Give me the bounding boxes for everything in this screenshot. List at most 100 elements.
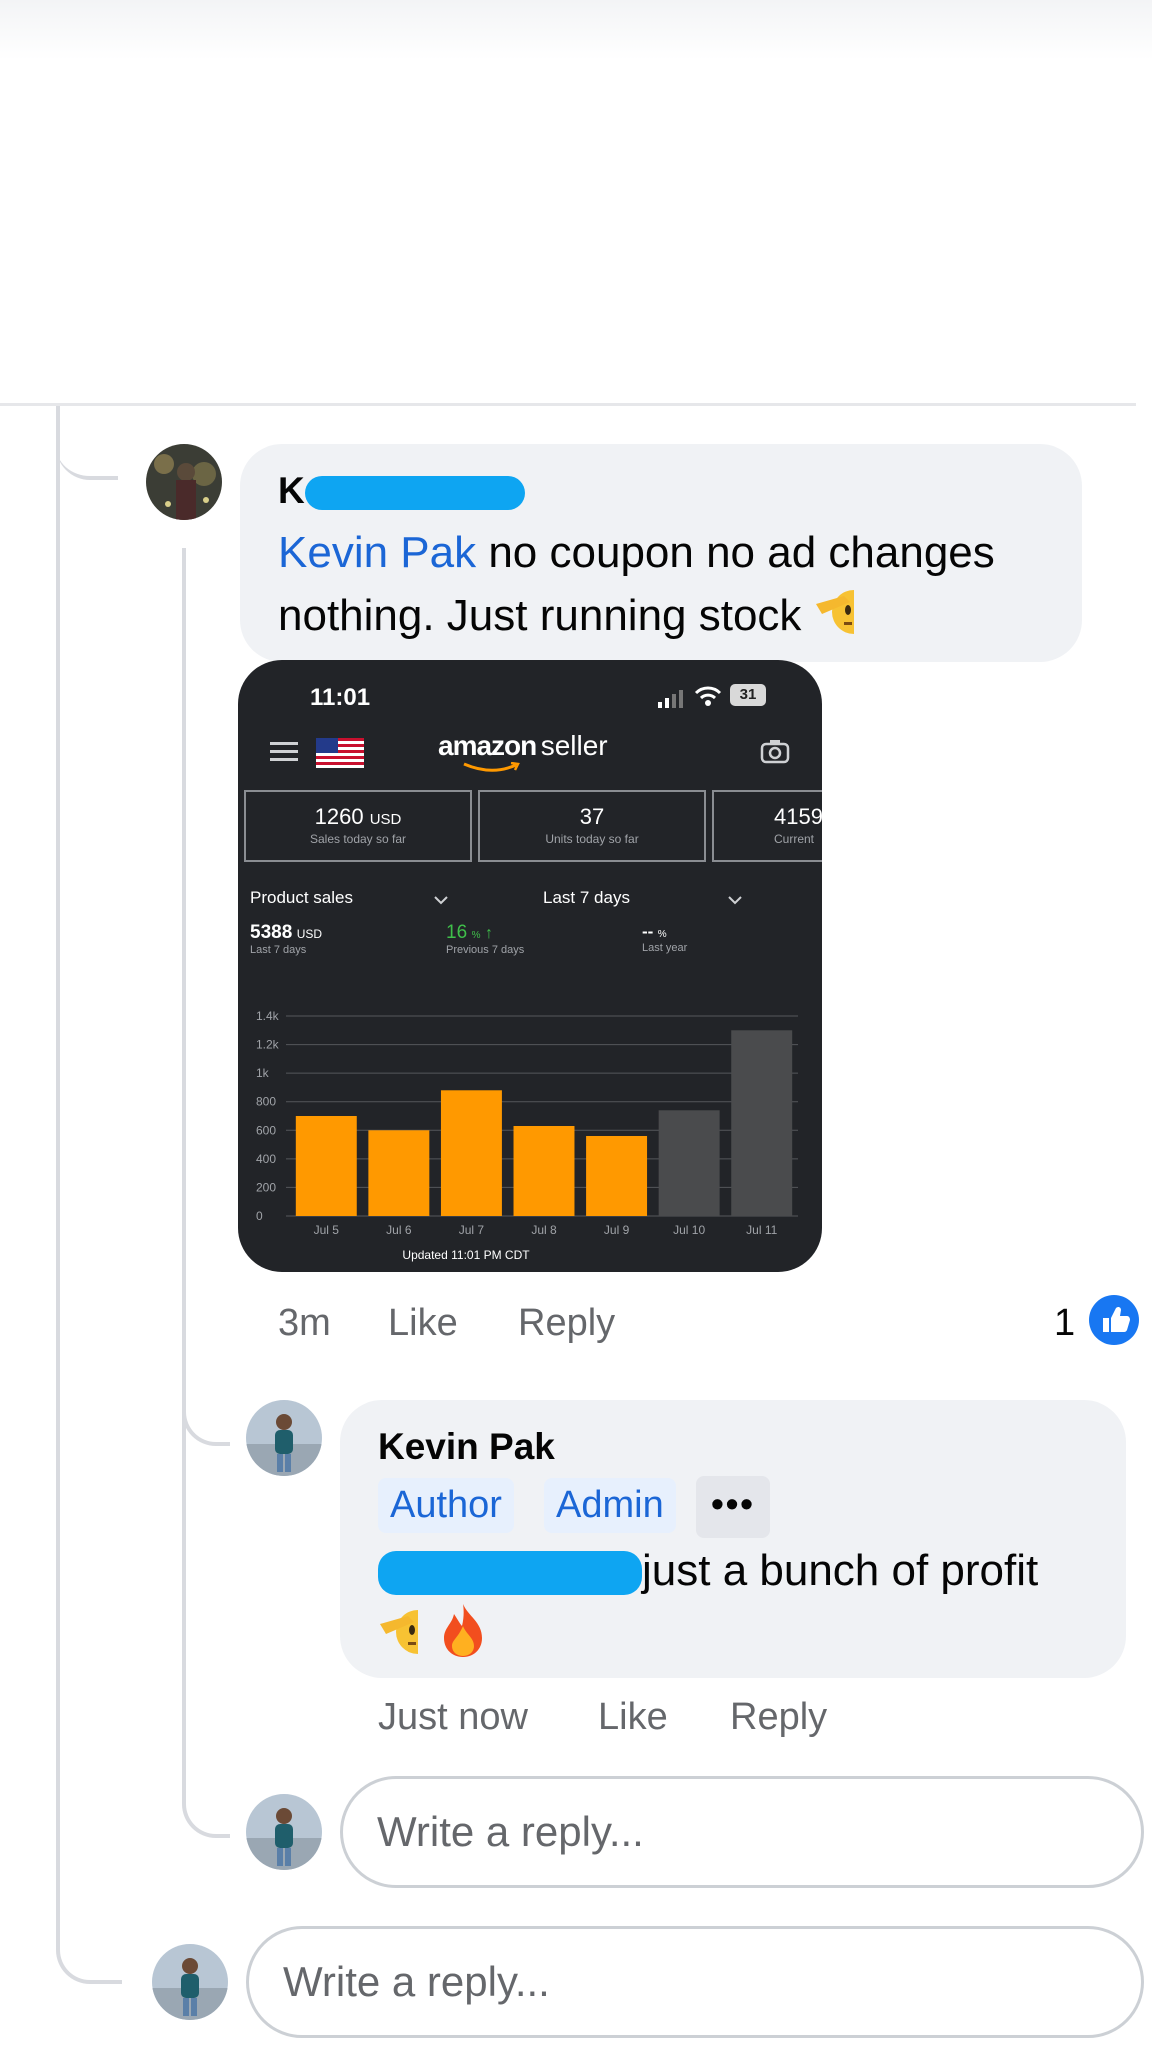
like-button[interactable]: Like — [388, 1302, 458, 1345]
stat-sales-caption: Sales today so far — [309, 832, 407, 846]
summary-sales-caption: Last 7 days — [250, 944, 307, 956]
camera-icon — [760, 738, 790, 769]
summary-lastyear-unit: % — [657, 929, 667, 940]
x-tick-label: Jul 8 — [531, 1223, 557, 1237]
mention-link[interactable]: Kevin Pak — [278, 528, 476, 577]
comment-timestamp[interactable]: 3m — [278, 1302, 331, 1345]
current-user-avatar — [246, 1794, 322, 1870]
reply-text: just a bunch of profit — [378, 1540, 1118, 1675]
bar-jul-11 — [731, 1030, 793, 1216]
wifi-icon — [694, 684, 722, 713]
comment-text-line1: no coupon no ad changes — [476, 528, 995, 577]
reply-like-button[interactable]: Like — [598, 1696, 668, 1739]
comment-author[interactable]: K — [278, 470, 525, 512]
x-tick-label: Jul 5 — [314, 1223, 340, 1237]
inner-thread-line — [182, 548, 186, 1778]
x-tick-label: Jul 11 — [746, 1223, 777, 1237]
x-tick-label: Jul 10 — [673, 1223, 705, 1237]
y-tick-label: 1k — [256, 1066, 270, 1080]
reply-reply-button[interactable]: Reply — [730, 1696, 827, 1739]
x-tick-label: Jul 9 — [604, 1223, 630, 1237]
inner-thread-curve-input — [182, 1752, 230, 1838]
comment-reply-input[interactable]: Write a reply... — [246, 1926, 1144, 2038]
bar-jul-6 — [368, 1130, 430, 1216]
sales-bar-chart: 0 200 400 600 800 1k 1.2k 1.4k Jul 5 Jul 6 Jul 7 Ju… — [256, 1009, 798, 1237]
reply-button[interactable]: Reply — [518, 1302, 615, 1345]
x-tick-label: Jul 6 — [386, 1223, 412, 1237]
y-tick-label: 0 — [256, 1209, 263, 1223]
summary-previous-unit: % — [471, 930, 481, 941]
outer-thread-curve-top — [56, 406, 118, 480]
reply-timestamp[interactable]: Just now — [378, 1696, 528, 1739]
commenter-avatar[interactable] — [146, 444, 222, 520]
outer-thread-curve-bottom — [56, 1900, 122, 1984]
reply-author-avatar[interactable] — [246, 1400, 322, 1476]
comment-text: Kevin Pak no coupon no ad changes nothin… — [278, 522, 1078, 653]
reply-text-content: just a bunch of profit — [642, 1546, 1039, 1595]
summary-previous-caption: Previous 7 days — [446, 944, 525, 956]
period-selector: Last 7 days — [543, 888, 630, 908]
summary-last-year: -- % Last year — [642, 922, 687, 954]
admin-badge[interactable]: Admin — [544, 1478, 676, 1533]
y-tick-label: 400 — [256, 1152, 276, 1166]
attached-screenshot[interactable]: 11:01 31 amazon seller 1260 USD Sales to… — [238, 660, 822, 1272]
arrow-up-icon: ↑ — [484, 925, 493, 942]
summary-sales-unit: USD — [296, 927, 323, 941]
y-tick-label: 800 — [256, 1095, 276, 1109]
reaction-count[interactable]: 1 — [1054, 1302, 1075, 1345]
inner-thread-curve-reply — [182, 1360, 230, 1446]
logo-word-seller: seller — [540, 730, 608, 761]
author-initial: K — [278, 470, 305, 511]
section-divider — [0, 403, 1136, 406]
period-chevron-icon — [728, 892, 742, 910]
stat-units-value: 37 — [579, 804, 605, 829]
y-tick-label: 1.4k — [256, 1009, 280, 1023]
y-tick-label: 600 — [256, 1123, 276, 1137]
logo-word-amazon: amazon — [438, 730, 537, 761]
us-flag-icon — [316, 738, 364, 773]
redacted-mention — [378, 1551, 642, 1596]
comment-reply-input-placeholder: Write a reply... — [283, 1958, 550, 2005]
top-area — [0, 0, 1152, 60]
saluting-face-emoji — [814, 584, 876, 653]
battery-icon: 31 — [730, 684, 766, 706]
summary-sales: 5388 USD Last 7 days — [250, 922, 322, 956]
stat-current-caption: Current — [774, 832, 815, 846]
metric-selector-label: Product sales — [250, 888, 353, 907]
stat-sales-unit: USD — [369, 811, 402, 828]
redacted-name — [304, 476, 525, 511]
more-options-button[interactable]: ••• — [696, 1476, 770, 1538]
summary-sales-value: 5388 — [250, 922, 293, 943]
summary-lastyear-value: -- — [642, 922, 654, 941]
x-tick-label: Jul 7 — [459, 1223, 485, 1237]
hamburger-menu-icon — [270, 742, 298, 767]
summary-lastyear-caption: Last year — [642, 942, 688, 954]
comment-text-line2: nothing. Just running stock — [278, 591, 802, 641]
stat-units-today: 37 Units today so far — [478, 790, 706, 862]
reply-author-name[interactable]: Kevin Pak — [378, 1426, 555, 1468]
fire-emoji — [438, 1602, 488, 1675]
battery-level: 31 — [739, 686, 757, 703]
stat-units-caption: Units today so far — [545, 832, 639, 846]
reply-input[interactable]: Write a reply... — [340, 1776, 1144, 1888]
status-time: 11:01 — [310, 684, 371, 711]
reply-input-placeholder: Write a reply... — [377, 1808, 644, 1855]
author-badge[interactable]: Author — [378, 1478, 514, 1533]
period-selector-label: Last 7 days — [543, 888, 630, 907]
saluting-face-emoji — [378, 1604, 440, 1673]
summary-previous: 16 % ↑ Previous 7 days — [446, 922, 524, 956]
bar-jul-5 — [295, 1116, 357, 1216]
summary-previous-value: 16 — [446, 922, 468, 943]
bar-jul-9 — [586, 1136, 648, 1216]
like-reaction-icon[interactable] — [1088, 1294, 1140, 1351]
outer-thread-line — [56, 406, 60, 1926]
y-tick-label: 1.2k — [256, 1038, 280, 1052]
current-user-avatar-outer — [152, 1944, 228, 2020]
signal-icon — [658, 688, 688, 713]
metric-selector: Product sales — [250, 888, 353, 908]
bar-jul-8 — [513, 1126, 575, 1216]
y-tick-label: 200 — [256, 1180, 276, 1194]
stat-current: 4159 Current — [712, 790, 822, 862]
amazon-seller-logo: amazon seller — [438, 730, 608, 772]
stat-current-value: 4159 — [774, 804, 822, 829]
